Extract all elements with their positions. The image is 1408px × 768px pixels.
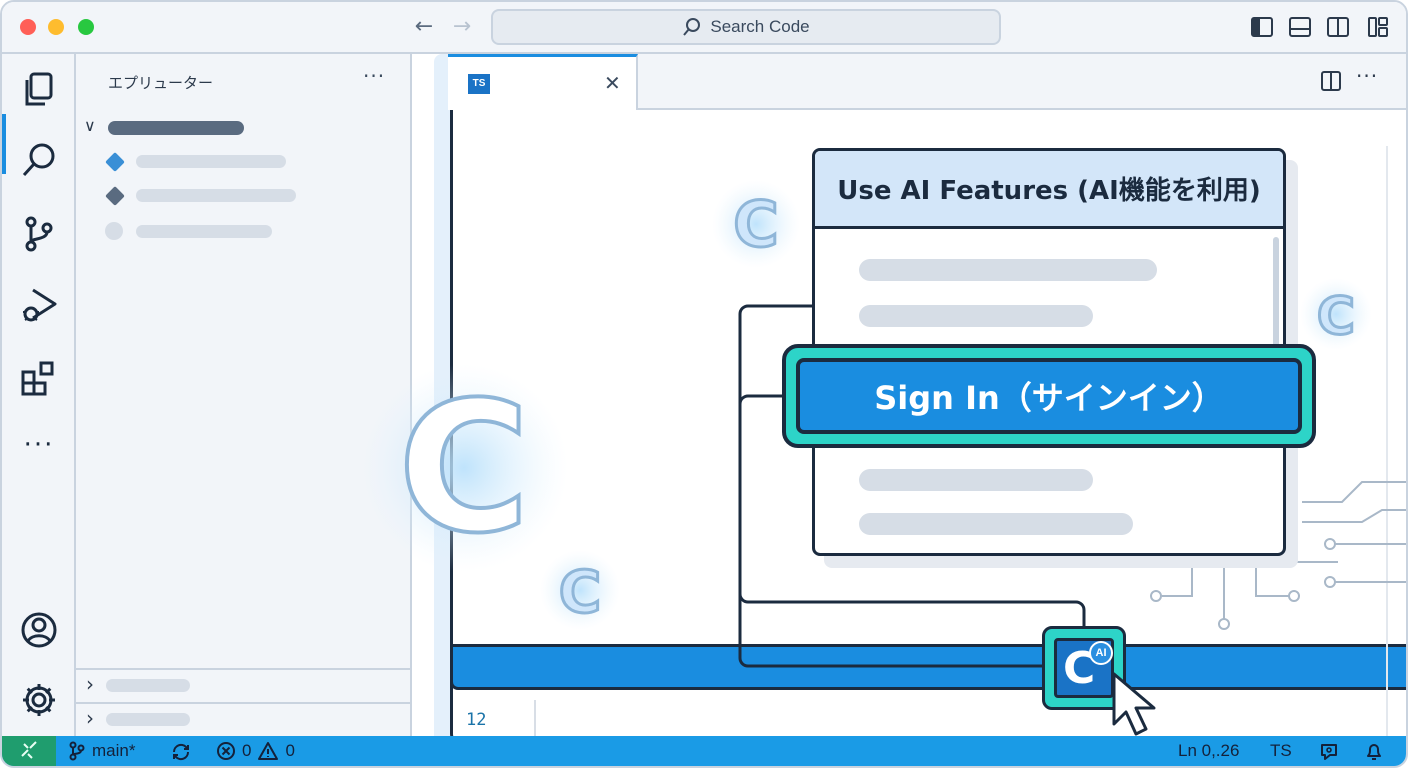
remote-icon [21,741,37,759]
file-name-placeholder [136,189,296,202]
explorer-icon[interactable] [19,70,59,110]
account-icon[interactable] [19,610,59,650]
frame-glow [434,54,450,760]
sidebar-title: エプリューター [108,74,214,92]
toggle-secondary-sidebar-icon[interactable] [1326,15,1350,39]
cursor-position-text: Ln 0,.26 [1178,741,1240,760]
folder-row[interactable]: ∨ [76,116,412,142]
tab-bar: TS ✕ ··· [448,54,1406,110]
typescript-file-icon: TS [468,74,490,94]
minimap-edge [1386,146,1388,736]
extensions-icon[interactable] [19,358,59,398]
dialog-title: Use AI Features (AI機能を利用) [815,151,1283,229]
error-icon [217,742,235,760]
chevron-down-icon: ∨ [84,116,96,135]
file-row[interactable] [76,150,412,176]
remote-indicator[interactable] [2,736,56,766]
close-icon[interactable]: ✕ [604,71,621,95]
problems-indicator[interactable]: 0 0 [216,741,295,761]
folder-name-placeholder [108,121,244,135]
dialog-text-placeholder [859,259,1157,281]
section-divider [76,668,412,670]
toggle-primary-sidebar-icon[interactable] [1250,15,1274,39]
split-editor-icon[interactable] [1320,70,1342,92]
sidebar-more-button[interactable]: ··· [363,64,385,88]
section-divider [76,702,412,704]
arrow-right-icon[interactable]: → [450,14,474,40]
status-bar: main* 0 0 Ln 0,.26 TS [2,736,1406,766]
git-file-icon [105,186,125,206]
sync-icon[interactable] [170,742,192,762]
command-search-box[interactable]: Search Code [491,9,1001,45]
dialog-text-placeholder [859,305,1093,327]
highlight-band [450,644,1406,690]
source-control-icon[interactable] [19,214,59,254]
collapsed-section[interactable]: › [76,706,412,734]
chevron-right-icon: › [86,706,94,730]
file-row[interactable] [76,220,412,246]
run-debug-icon[interactable] [19,284,59,324]
file-circle-icon [105,222,123,240]
chevron-right-icon: › [86,672,94,696]
file-name-placeholder [136,155,286,168]
file-name-placeholder [136,225,272,238]
cursor-position[interactable]: Ln 0,.26 [1178,741,1239,761]
branch-name: main* [92,741,136,760]
more-icon[interactable]: ··· [19,430,59,470]
title-bar: ← → Search Code [2,2,1406,54]
arrow-left-icon[interactable]: ← [412,14,436,40]
close-window-button[interactable] [20,19,36,35]
search-icon[interactable] [19,140,59,180]
notifications-bell-icon[interactable] [1364,742,1384,762]
toggle-panel-icon[interactable] [1288,15,1312,39]
file-row[interactable] [76,184,412,210]
dialog-scrollbar[interactable] [1273,237,1279,347]
customize-layout-icon[interactable] [1366,15,1390,39]
section-name-placeholder [106,713,190,726]
minimize-window-button[interactable] [48,19,64,35]
warning-count: 0 [285,741,295,760]
feedback-icon[interactable] [1318,742,1340,762]
signin-button[interactable]: Sign In（サインイン） [796,358,1302,434]
activity-bar: ··· [2,54,76,736]
explorer-sidebar: エプリューター ··· ∨ › › [76,54,412,736]
collapsed-section[interactable]: › [76,672,412,700]
line-number: 12 [466,710,487,730]
section-name-placeholder [106,679,190,692]
dialog-text-placeholder [859,469,1093,491]
active-indicator [2,114,6,174]
search-icon [683,18,701,36]
copilot-icon: C AI [1054,638,1114,698]
settings-gear-icon[interactable] [19,680,59,720]
search-placeholder: Search Code [710,17,810,36]
gutter-divider [534,700,536,736]
git-branch-icon [69,741,85,761]
language-mode[interactable]: TS [1270,741,1292,761]
ai-badge: AI [1089,641,1113,665]
file-diamond-icon [105,152,125,172]
editor-tab[interactable]: TS ✕ [448,54,638,110]
app-window: ← → Search Code ··· エプリューター ··· ∨ › › TS… [0,0,1408,768]
editor-more-button[interactable]: ··· [1356,64,1378,88]
warning-icon [258,742,279,760]
maximize-window-button[interactable] [78,19,94,35]
mouse-cursor-icon [1112,672,1156,736]
dialog-text-placeholder [859,513,1133,535]
branch-indicator[interactable]: main* [68,741,135,761]
language-mode-text: TS [1270,741,1292,760]
error-count: 0 [242,741,252,760]
